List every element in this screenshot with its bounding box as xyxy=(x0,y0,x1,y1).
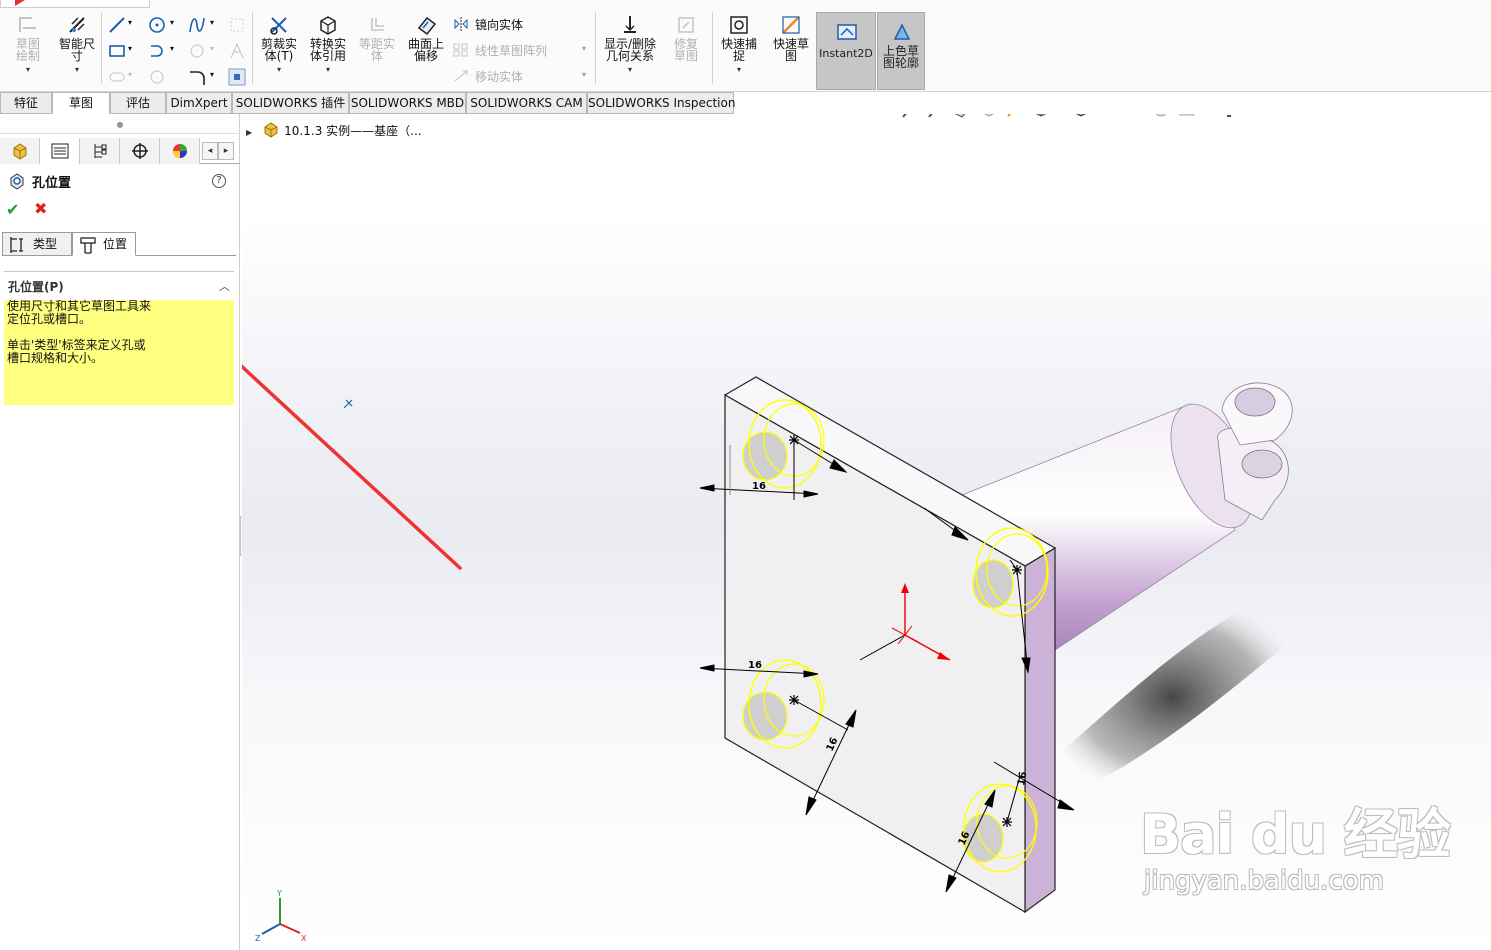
shaded-sketch-contours-button[interactable]: 上色草图轮廓 xyxy=(877,12,925,90)
panel-title: 孔位置 xyxy=(32,176,72,191)
shaded-contour-icon xyxy=(893,23,911,40)
offset-on-surface-button[interactable]: 曲面上偏移 xyxy=(403,14,449,62)
dimxpert-manager-icon xyxy=(132,143,148,159)
command-manager-tabs: 特征 草图 评估 DimXpert SOLIDWORKS 插件 SOLIDWOR… xyxy=(0,92,735,114)
quick-access-strip xyxy=(0,0,150,8)
manager-tabs: ◂ ▸ xyxy=(0,138,240,164)
graphics-area[interactable]: ▶10.1.3 实例——基座（... ▾ ▾ ▾ ▾ ▾ xyxy=(242,114,1491,950)
dimension-label[interactable]: 16 xyxy=(752,481,766,492)
smart-dimension-icon xyxy=(69,17,85,33)
tab-property-manager[interactable] xyxy=(40,138,80,164)
tab-dimxpert[interactable]: DimXpert xyxy=(166,92,232,114)
offset-icon xyxy=(371,18,384,31)
help-icon[interactable]: ? xyxy=(212,174,226,188)
point-icon xyxy=(150,70,164,84)
scroll-right-button[interactable]: ▸ xyxy=(218,142,234,160)
tab-position[interactable]: 位置 xyxy=(72,232,136,256)
circle-icon[interactable] xyxy=(148,16,166,34)
line-icon[interactable] xyxy=(108,16,126,34)
tab-addins[interactable]: SOLIDWORKS 插件 xyxy=(232,92,349,114)
message-line-2: 单击'类型'标签来定义孔或槽口规格和大小。 xyxy=(7,338,146,365)
sketch-button[interactable]: 草图绘制 ▾ xyxy=(6,14,50,75)
position-icon xyxy=(80,237,96,254)
repair-icon xyxy=(678,17,694,33)
hole-position-icon xyxy=(10,173,24,190)
tab-sketch[interactable]: 草图 xyxy=(52,92,110,114)
help-message-box: 使用尺寸和其它草图工具来定位孔或槽口。 单击'类型'标签来定义孔或槽口规格和大小… xyxy=(4,300,234,405)
spline-icon[interactable] xyxy=(188,16,206,34)
construction-geometry-icon[interactable] xyxy=(228,68,246,86)
message-line-1: 使用尺寸和其它草图工具来定位孔或槽口。 xyxy=(7,299,152,326)
watermark-url: jingyan.baidu.com xyxy=(1144,866,1384,896)
move-icon xyxy=(454,70,468,82)
repair-sketch-button[interactable]: 修复草图 xyxy=(664,14,708,62)
relations-icon xyxy=(624,16,636,33)
text-icon xyxy=(230,42,244,59)
tab-cam[interactable]: SOLIDWORKS CAM xyxy=(466,92,587,114)
linear-pattern-button[interactable]: 线性草图阵列 xyxy=(453,42,547,59)
cancel-button[interactable]: ✖ xyxy=(34,199,47,218)
instant2d-button[interactable]: Instant2D xyxy=(816,12,876,90)
property-manager-icon xyxy=(51,143,69,159)
tab-feature-manager[interactable] xyxy=(0,138,40,164)
tab-scroll: ◂ ▸ xyxy=(202,142,238,160)
convert-entities-button[interactable]: 转换实体引用 ▾ xyxy=(305,14,351,75)
offset-entities-button[interactable]: 等距实体 xyxy=(355,14,399,62)
cursor-marker xyxy=(343,399,353,409)
svg-text:Y: Y xyxy=(276,889,282,898)
offset-surface-icon xyxy=(417,16,437,36)
type-icon xyxy=(10,237,23,253)
rectangle-icon[interactable] xyxy=(108,42,126,60)
axis-triad-icon: Y X Z xyxy=(255,889,307,943)
smart-dimension-button[interactable]: 智能尺寸 ▾ xyxy=(55,14,99,75)
move-entities-button[interactable]: 移动实体 xyxy=(453,68,523,85)
svg-text:X: X xyxy=(301,934,307,943)
group-header-hole-position[interactable]: 孔位置(P) xyxy=(8,278,64,295)
display-delete-relations-button[interactable]: 显示/删除几何关系 ▾ xyxy=(600,14,660,75)
config-manager-icon xyxy=(94,144,107,158)
trim-icon xyxy=(270,17,287,35)
slot-icon xyxy=(109,72,125,82)
trim-entities-button[interactable]: 剪裁实体(T) ▾ xyxy=(256,14,302,75)
tab-configuration-manager[interactable] xyxy=(80,138,120,164)
linear-pattern-icon xyxy=(453,43,468,57)
tab-features[interactable]: 特征 xyxy=(0,92,52,114)
mirror-icon xyxy=(454,17,468,31)
mirror-entities-button[interactable]: 镜向实体 xyxy=(453,16,523,33)
watermark-brand: Bai du 经验 xyxy=(1140,803,1451,866)
scroll-left-button[interactable]: ◂ xyxy=(202,142,218,160)
quick-snaps-button[interactable]: 快速捕捉 ▾ xyxy=(717,14,761,75)
panel-grip[interactable]: ● xyxy=(0,120,240,134)
annotation-arrow xyxy=(242,364,462,570)
convert-icon xyxy=(320,16,336,35)
tab-type[interactable]: 类型 xyxy=(2,232,72,256)
polygon-icon xyxy=(190,44,204,58)
ok-button[interactable]: ✔ xyxy=(6,200,19,219)
appearance-icon xyxy=(173,144,187,158)
tab-dimxpert-manager[interactable] xyxy=(120,138,160,164)
property-manager-panel: ● ◂ ▸ 孔位置 ? ✔ ✖ 类型 位置 孔位置(P) ︿ 使用尺寸和其它草图… xyxy=(0,114,240,950)
rapid-sketch-button[interactable]: 快速草图 xyxy=(768,14,814,62)
fillet-icon[interactable] xyxy=(188,68,206,86)
tab-display-manager[interactable] xyxy=(160,138,200,164)
svg-text:Z: Z xyxy=(255,934,261,943)
tab-evaluate[interactable]: 评估 xyxy=(110,92,166,114)
dimension-label[interactable]: 16 xyxy=(748,660,762,671)
collapse-chevron-icon[interactable]: ︿ xyxy=(219,278,230,294)
snap-icon xyxy=(730,16,748,34)
tab-inspection[interactable]: SOLIDWORKS Inspection xyxy=(587,92,735,114)
command-manager-ribbon: 草图绘制 ▾ 智能尺寸 ▾ ▾ ▾ ▾ ▾ ▾ ▾ ▾ ▾ 剪裁实体(T) ▾ … xyxy=(0,0,1491,92)
instant2d-icon xyxy=(837,24,857,40)
arc-icon[interactable] xyxy=(148,42,166,60)
rapid-sketch-icon xyxy=(782,16,800,34)
clevis-lugs xyxy=(1217,382,1293,521)
sketch-icon xyxy=(19,17,36,32)
feature-manager-icon xyxy=(13,143,27,160)
plane-icon xyxy=(230,18,244,32)
tab-mbd[interactable]: SOLIDWORKS MBD xyxy=(349,92,466,114)
